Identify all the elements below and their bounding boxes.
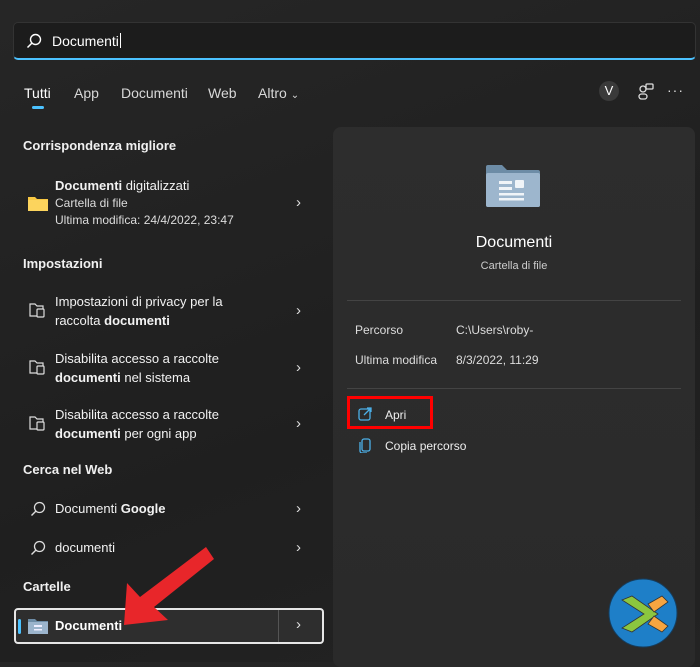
chevron-right-icon: › bbox=[296, 359, 301, 376]
best-match-item[interactable]: Documenti digitalizzati Cartella di file… bbox=[14, 176, 324, 232]
text: raccolta bbox=[55, 313, 105, 328]
settings-item[interactable]: Disabilita accesso a raccolte documenti … bbox=[14, 405, 324, 443]
section-heading-web: Cerca nel Web bbox=[23, 462, 113, 477]
tab-altro-label: Altro bbox=[258, 85, 287, 101]
action-copy-label: Copia percorso bbox=[385, 439, 467, 453]
action-open-label: Apri bbox=[385, 408, 407, 422]
folder-icon bbox=[28, 197, 48, 211]
chevron-down-icon: ⌄ bbox=[290, 90, 300, 101]
copy-icon bbox=[359, 438, 371, 453]
text-bold: documenti bbox=[55, 426, 121, 441]
tab-tutti[interactable]: Tutti bbox=[24, 85, 51, 101]
best-match-modified: Ultima modifica: 24/4/2022, 23:47 bbox=[55, 213, 234, 227]
text-bold: documenti bbox=[55, 370, 121, 385]
prop-value-path: C:\Users\roby- bbox=[456, 323, 534, 337]
search-input[interactable]: Documenti bbox=[13, 22, 696, 60]
open-external-icon bbox=[358, 407, 372, 421]
settings-item-line1: Impostazioni di privacy per la bbox=[55, 294, 223, 309]
text: Documenti bbox=[55, 501, 121, 516]
account-switch-icon[interactable] bbox=[638, 83, 654, 100]
chevron-right-icon: › bbox=[296, 500, 301, 517]
documents-folder-icon bbox=[28, 619, 48, 634]
text: per ogni app bbox=[120, 426, 197, 441]
settings-item-line1: Disabilita accesso a raccolte bbox=[55, 407, 220, 422]
tab-altro[interactable]: Altro ⌄ bbox=[258, 85, 299, 101]
documents-folder-large-icon bbox=[486, 165, 540, 207]
search-text: Documenti bbox=[52, 33, 119, 49]
web-search-item[interactable]: Documenti Google › bbox=[14, 499, 324, 519]
tab-web[interactable]: Web bbox=[208, 85, 237, 101]
section-heading-settings: Impostazioni bbox=[23, 256, 103, 271]
red-arrow-annotation bbox=[124, 547, 214, 625]
chevron-right-icon: › bbox=[296, 194, 301, 211]
settings-item[interactable]: Impostazioni di privacy per la raccolta … bbox=[14, 292, 324, 330]
chevron-right-icon: › bbox=[296, 539, 301, 556]
active-tab-indicator bbox=[32, 106, 44, 109]
divider bbox=[278, 610, 279, 642]
best-match-type: Cartella di file bbox=[55, 196, 128, 210]
search-icon bbox=[26, 33, 42, 49]
detail-title: Documenti bbox=[475, 234, 553, 251]
search-icon bbox=[31, 501, 46, 516]
prop-value-modified: 8/3/2022, 11:29 bbox=[456, 353, 539, 367]
settings-folder-icon bbox=[29, 360, 45, 375]
tab-app[interactable]: App bbox=[74, 85, 99, 101]
text-bold: documenti bbox=[104, 313, 170, 328]
text: nel sistema bbox=[120, 370, 191, 385]
settings-item[interactable]: Disabilita accesso a raccolte documenti … bbox=[14, 349, 324, 387]
search-icon bbox=[31, 540, 46, 555]
prop-label-path: Percorso bbox=[355, 323, 404, 337]
text: documenti bbox=[55, 540, 115, 555]
avatar[interactable]: V bbox=[599, 81, 619, 101]
more-options-icon[interactable]: ··· bbox=[667, 82, 684, 98]
section-heading-best-match: Corrispondenza migliore bbox=[23, 138, 177, 153]
divider bbox=[347, 300, 681, 301]
section-heading-folders: Cartelle bbox=[23, 579, 71, 594]
settings-item-line1: Disabilita accesso a raccolte bbox=[55, 351, 220, 366]
settings-folder-icon bbox=[29, 303, 45, 318]
detail-subtitle: Cartella di file bbox=[480, 260, 548, 272]
settings-folder-icon bbox=[29, 416, 45, 431]
chevron-right-icon[interactable]: › bbox=[296, 616, 301, 633]
tab-documenti[interactable]: Documenti bbox=[121, 85, 188, 101]
prop-label-modified: Ultima modifica bbox=[355, 353, 438, 367]
selection-indicator bbox=[18, 619, 21, 634]
best-match-title-bold: Documenti bbox=[55, 178, 123, 193]
divider bbox=[347, 388, 681, 389]
best-match-title-rest: digitalizzati bbox=[122, 178, 190, 193]
text-bold: Google bbox=[120, 501, 166, 516]
watermark-logo bbox=[608, 578, 678, 648]
chevron-right-icon: › bbox=[296, 302, 301, 319]
chevron-right-icon: › bbox=[296, 415, 301, 432]
